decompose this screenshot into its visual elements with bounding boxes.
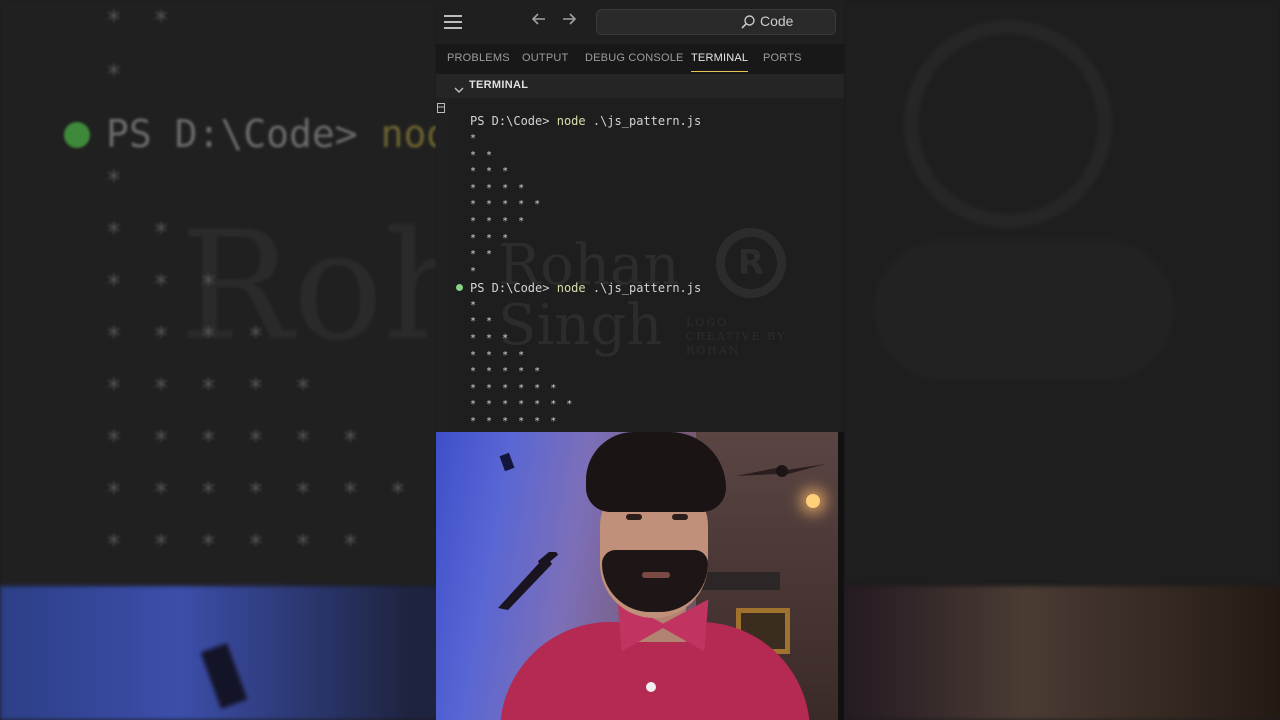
terminal-output-line: *	[470, 300, 479, 311]
terminal-output-line: * * *	[470, 333, 511, 344]
tab-terminal[interactable]: TERMINAL	[691, 52, 749, 72]
watermark-tagline: LOGO CREATIVE BY ROHAN	[686, 316, 787, 357]
webcam-video	[436, 432, 844, 720]
person-eye	[626, 514, 642, 520]
terminal-output-line: * * * *	[470, 183, 527, 194]
background-stars-row: * * * * * *	[106, 530, 367, 560]
video-edge	[838, 432, 844, 720]
person-hair	[586, 432, 726, 512]
terminal-side-strip: ›	[436, 74, 448, 432]
ceiling-fan	[736, 460, 826, 484]
terminal-output-line: * * *	[470, 166, 511, 177]
terminal-output-line: * * * * * * *	[470, 399, 575, 410]
background-stars-row: * *	[106, 6, 177, 36]
wall-lamp	[806, 494, 820, 508]
panel-tab-bar: PROBLEMS OUTPUT DEBUG CONSOLE TERMINAL P…	[436, 44, 844, 74]
background-stars-row: *	[106, 166, 130, 196]
background-watermark-ring	[904, 20, 1112, 228]
background-stars-row: * * *	[106, 270, 225, 300]
terminal-section-header[interactable]: TERMINAL	[436, 74, 844, 98]
chevron-down-icon[interactable]	[454, 80, 464, 93]
tab-output[interactable]: OUTPUT	[522, 52, 568, 64]
person-eye	[672, 514, 688, 520]
background-shape	[200, 643, 248, 709]
terminal-command-line: PS D:\Code> node .\js_pattern.js	[470, 114, 702, 128]
ac-vent	[700, 572, 780, 590]
title-bar: Code	[436, 0, 844, 45]
background-zoom-right	[844, 0, 1280, 586]
editor-panel: Code PROBLEMS OUTPUT DEBUG CONSOLE TERMI…	[436, 0, 844, 720]
wall-guitar	[494, 548, 564, 612]
terminal-output-line: * * * * * *	[470, 383, 559, 394]
background-stars-row: * * * * * *	[106, 426, 367, 456]
tab-debug-console[interactable]: DEBUG CONSOLE	[585, 52, 684, 64]
watermark-registered-mark: R	[716, 228, 786, 298]
tab-problems[interactable]: PROBLEMS	[447, 52, 510, 64]
terminal-output-line: * *	[470, 150, 495, 161]
arrow-right-icon[interactable]	[560, 10, 578, 35]
search-label: Code	[760, 13, 794, 29]
terminal-output-line: * * *	[470, 233, 511, 244]
background-watermark-band	[874, 240, 1174, 380]
arrow-left-icon[interactable]	[530, 10, 548, 35]
terminal-output-line: * * * * *	[470, 199, 543, 210]
terminal-output-line: *	[470, 266, 479, 277]
background-stars-row: * *	[106, 218, 177, 248]
terminal-output[interactable]: Rohan Singh R LOGO CREATIVE BY ROHAN PS D:\…	[448, 98, 844, 432]
wall-decoration	[499, 452, 515, 472]
watermark-name: Rohan Singh	[498, 233, 680, 358]
command-success-dot[interactable]	[456, 284, 463, 291]
background-command: PS D:\Code> node	[106, 112, 436, 156]
background-stars-row: * * * * * * *	[106, 478, 414, 508]
hamburger-icon[interactable]	[444, 15, 462, 29]
tab-ports[interactable]: PORTS	[763, 52, 802, 64]
terminal-output-line: * * * *	[470, 216, 527, 227]
shirt-button	[646, 682, 656, 692]
terminal-output-line: * * * *	[470, 350, 527, 361]
background-stars-row: *	[106, 60, 130, 90]
terminal-output-line: * *	[470, 316, 495, 327]
terminal-output-line: * * * * *	[470, 366, 543, 377]
background-stars-row: * * * * *	[106, 374, 319, 404]
terminal-icon[interactable]	[437, 98, 445, 113]
terminal-output-line: *	[470, 133, 479, 144]
background-success-dot	[64, 122, 90, 148]
search-icon	[740, 14, 756, 30]
section-title: TERMINAL	[469, 79, 529, 91]
terminal-command-line: PS D:\Code> node .\js_pattern.js	[470, 281, 702, 295]
terminal-output-line: * *	[470, 249, 495, 260]
person-mouth	[642, 572, 670, 578]
background-stars-row: * * * *	[106, 322, 272, 352]
command-center-search[interactable]: Code	[596, 9, 836, 35]
background-zoom-left: Rohan * * * PS D:\Code> node * * * * * *…	[0, 0, 436, 586]
terminal-output-line: * * * * * *	[470, 416, 559, 427]
